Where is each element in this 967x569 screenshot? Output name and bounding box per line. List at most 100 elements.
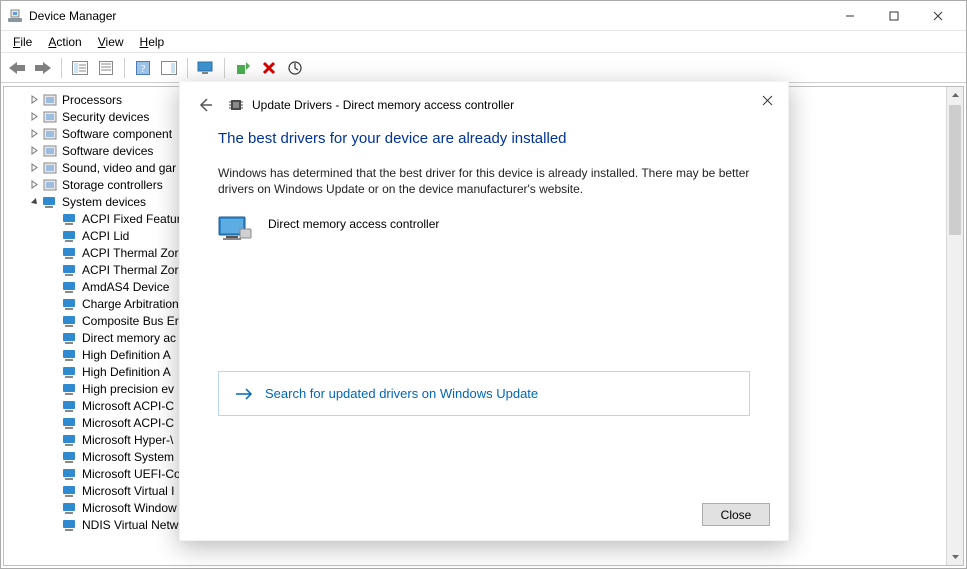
system-device-icon [62, 347, 78, 363]
close-button[interactable] [916, 2, 960, 30]
category-icon [42, 143, 58, 159]
scrollbar-thumb[interactable] [949, 105, 961, 235]
action-pane-button[interactable] [157, 56, 181, 80]
window-title: Device Manager [29, 9, 828, 23]
tree-label: ACPI Fixed Featur [82, 212, 181, 226]
scrollbar-vertical[interactable] [946, 87, 963, 565]
tree-label: Microsoft ACPI-C [82, 399, 174, 413]
dialog-paragraph: Windows has determined that the best dri… [218, 165, 750, 197]
tree-label: Direct memory ac [82, 331, 176, 345]
system-device-icon [62, 228, 78, 244]
system-device-icon [62, 449, 78, 465]
back-button[interactable] [5, 56, 29, 80]
system-device-icon [62, 466, 78, 482]
system-device-icon [62, 500, 78, 516]
tree-label: Composite Bus Er [82, 314, 179, 328]
toolbar-separator [187, 58, 188, 78]
tree-label: Sound, video and gar [62, 161, 176, 175]
link-text: Search for updated drivers on Windows Up… [265, 386, 538, 401]
system-device-icon [62, 296, 78, 312]
tree-label: Processors [62, 93, 122, 107]
menu-bar: File Action View Help [1, 31, 966, 53]
system-device-icon [62, 517, 78, 533]
tree-label: ACPI Lid [82, 229, 129, 243]
twisty-closed-icon[interactable] [26, 92, 42, 108]
app-icon [7, 8, 23, 24]
menu-action[interactable]: Action [40, 33, 89, 51]
tree-label: ACPI Thermal Zor [82, 246, 178, 260]
system-device-icon [62, 381, 78, 397]
twisty-closed-icon[interactable] [26, 143, 42, 159]
category-icon [42, 160, 58, 176]
system-device-icon [62, 245, 78, 261]
dialog-header: Update Drivers - Direct memory access co… [180, 82, 788, 128]
twisty-open-icon[interactable] [26, 194, 42, 210]
maximize-button[interactable] [872, 2, 916, 30]
twisty-closed-icon[interactable] [26, 126, 42, 142]
system-device-icon [62, 330, 78, 346]
scan-hardware-button[interactable] [283, 56, 307, 80]
menu-help[interactable]: Help [132, 33, 173, 51]
show-hide-tree-button[interactable] [68, 56, 92, 80]
tree-label: AmdAS4 Device [82, 280, 169, 294]
system-device-icon [62, 262, 78, 278]
device-manager-window: Device Manager File Action View Help ? P… [0, 0, 967, 569]
menu-file[interactable]: File [5, 33, 40, 51]
update-driver-button[interactable] [231, 56, 255, 80]
scrollbar-up-button[interactable] [947, 87, 963, 104]
minimize-button[interactable] [828, 2, 872, 30]
toolbar-separator [124, 58, 125, 78]
toolbar-separator [61, 58, 62, 78]
chip-icon [228, 97, 244, 113]
help-button[interactable]: ? [131, 56, 155, 80]
tree-label: Microsoft Window [82, 501, 177, 515]
tree-label: System devices [62, 195, 146, 209]
dialog-title: Update Drivers - Direct memory access co… [252, 98, 514, 112]
tree-label: Microsoft System [82, 450, 174, 464]
forward-button[interactable] [31, 56, 55, 80]
system-device-icon [62, 211, 78, 227]
tree-label: Microsoft Hyper-\ [82, 433, 173, 447]
twisty-closed-icon[interactable] [26, 177, 42, 193]
system-device-icon [42, 194, 58, 210]
tree-label: High precision ev [82, 382, 174, 396]
view-button[interactable] [194, 56, 218, 80]
system-device-icon [62, 483, 78, 499]
dialog-heading: The best drivers for your device are alr… [218, 130, 750, 147]
dialog-footer: Close [702, 503, 770, 526]
system-device-icon [62, 415, 78, 431]
tree-label: ACPI Thermal Zor [82, 263, 178, 277]
category-icon [42, 109, 58, 125]
tree-label: Charge Arbitration [82, 297, 179, 311]
dialog-close-x[interactable] [752, 86, 782, 114]
twisty-closed-icon[interactable] [26, 160, 42, 176]
system-device-icon [62, 432, 78, 448]
window-controls [828, 2, 960, 30]
tree-label: High Definition A [82, 348, 171, 362]
update-drivers-dialog: Update Drivers - Direct memory access co… [179, 81, 789, 541]
device-row: Direct memory access controller [218, 215, 750, 245]
properties-button[interactable] [94, 56, 118, 80]
dialog-close-button[interactable]: Close [702, 503, 770, 526]
tree-label: Software component [62, 127, 172, 141]
category-icon [42, 126, 58, 142]
monitor-icon [218, 215, 252, 245]
category-icon [42, 92, 58, 108]
menu-view[interactable]: View [90, 33, 132, 51]
tree-label: Microsoft ACPI-C [82, 416, 174, 430]
twisty-closed-icon[interactable] [26, 109, 42, 125]
uninstall-device-button[interactable] [257, 56, 281, 80]
svg-text:?: ? [141, 63, 146, 75]
tree-label: Storage controllers [62, 178, 163, 192]
system-device-icon [62, 313, 78, 329]
dialog-body: The best drivers for your device are alr… [180, 128, 788, 416]
dialog-back-button[interactable] [194, 94, 216, 116]
category-icon [42, 177, 58, 193]
system-device-icon [62, 364, 78, 380]
titlebar: Device Manager [1, 1, 966, 31]
system-device-icon [62, 398, 78, 414]
tree-label: Microsoft UEFI-Co [82, 467, 181, 481]
scrollbar-down-button[interactable] [947, 548, 963, 565]
search-windows-update-link[interactable]: Search for updated drivers on Windows Up… [218, 371, 750, 416]
tree-label: Software devices [62, 144, 153, 158]
